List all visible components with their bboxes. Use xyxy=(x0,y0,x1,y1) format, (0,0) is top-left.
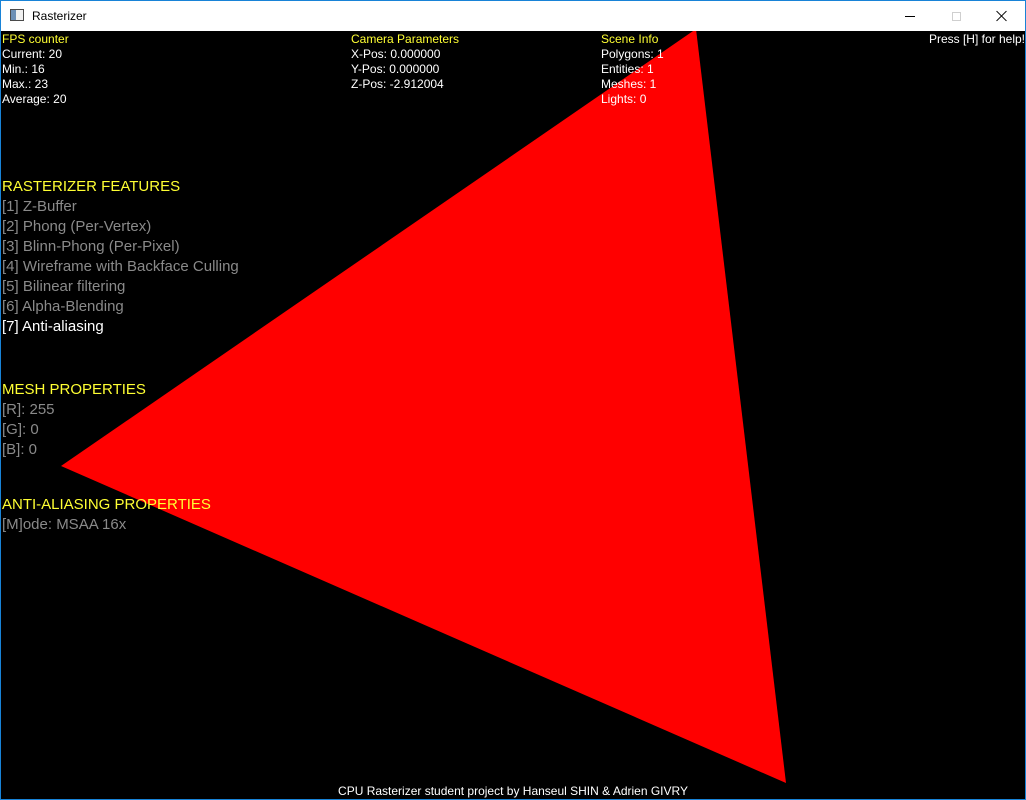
feature-item-bilinear[interactable]: [5] Bilinear filtering xyxy=(2,277,239,297)
fps-line: Max.: 23 xyxy=(2,77,49,91)
maximize-icon xyxy=(951,11,961,21)
fps-counter-panel: FPS counter Current: 20 Min.: 16 Max.: 2… xyxy=(2,32,69,107)
fps-line: Average: 20 xyxy=(2,92,67,106)
title-bar[interactable]: Rasterizer xyxy=(1,1,1025,31)
scene-info-line: Entities: 1 xyxy=(601,62,654,76)
camera-line: X-Pos: 0.000000 xyxy=(351,47,441,61)
feature-item-blinn-phong[interactable]: [3] Blinn-Phong (Per-Pixel) xyxy=(2,237,239,257)
mesh-blue-value[interactable]: [B]: 0 xyxy=(2,440,146,460)
close-icon xyxy=(996,10,1008,22)
scene-info-line: Lights: 0 xyxy=(601,92,647,106)
scene-info-line: Meshes: 1 xyxy=(601,77,657,91)
feature-item-wireframe[interactable]: [4] Wireframe with Backface Culling xyxy=(2,257,239,277)
maximize-button[interactable] xyxy=(933,1,979,31)
app-window-icon xyxy=(10,9,24,21)
features-heading: RASTERIZER FEATURES xyxy=(2,178,181,195)
render-scene xyxy=(61,31,786,783)
fps-heading: FPS counter xyxy=(2,32,69,46)
window-title: Rasterizer xyxy=(32,9,87,23)
close-button[interactable] xyxy=(979,1,1025,31)
feature-item-z-buffer[interactable]: [1] Z-Buffer xyxy=(2,197,239,217)
anti-aliasing-mode[interactable]: [M]ode: MSAA 16x xyxy=(2,515,211,535)
credits-footer: CPU Rasterizer student project by Hanseu… xyxy=(338,784,688,798)
scene-info-panel: Scene Info Polygons: 1 Entities: 1 Meshe… xyxy=(601,32,664,107)
camera-line: Y-Pos: 0.000000 xyxy=(351,62,440,76)
minimize-button[interactable] xyxy=(887,1,933,31)
features-menu: RASTERIZER FEATURES [1] Z-Buffer [2] Pho… xyxy=(2,177,239,337)
mesh-green-value[interactable]: [G]: 0 xyxy=(2,420,146,440)
render-viewport[interactable]: FPS counter Current: 20 Min.: 16 Max.: 2… xyxy=(1,31,1025,799)
scene-info-heading: Scene Info xyxy=(601,32,659,46)
red-triangle xyxy=(61,31,786,783)
minimize-icon xyxy=(905,15,915,17)
anti-aliasing-heading: ANTI-ALIASING PROPERTIES xyxy=(2,496,211,513)
camera-line: Z-Pos: -2.912004 xyxy=(351,77,444,91)
app-window: Rasterizer FPS counter Current: 20 Min.:… xyxy=(0,0,1026,800)
fps-line: Min.: 16 xyxy=(2,62,45,76)
feature-item-anti-aliasing[interactable]: [7] Anti-aliasing xyxy=(2,317,239,337)
mesh-red-value[interactable]: [R]: 255 xyxy=(2,400,146,420)
camera-panel: Camera Parameters X-Pos: 0.000000 Y-Pos:… xyxy=(351,32,459,92)
feature-item-phong[interactable]: [2] Phong (Per-Vertex) xyxy=(2,217,239,237)
mesh-heading: MESH PROPERTIES xyxy=(2,381,146,398)
anti-aliasing-menu: ANTI-ALIASING PROPERTIES [M]ode: MSAA 16… xyxy=(2,495,211,535)
feature-item-alpha-blending[interactable]: [6] Alpha-Blending xyxy=(2,297,239,317)
mesh-properties-menu: MESH PROPERTIES [R]: 255 [G]: 0 [B]: 0 xyxy=(2,380,146,460)
fps-line: Current: 20 xyxy=(2,47,63,61)
scene-info-line: Polygons: 1 xyxy=(601,47,664,61)
help-hint: Press [H] for help! xyxy=(928,32,1025,46)
camera-heading: Camera Parameters xyxy=(351,32,460,46)
